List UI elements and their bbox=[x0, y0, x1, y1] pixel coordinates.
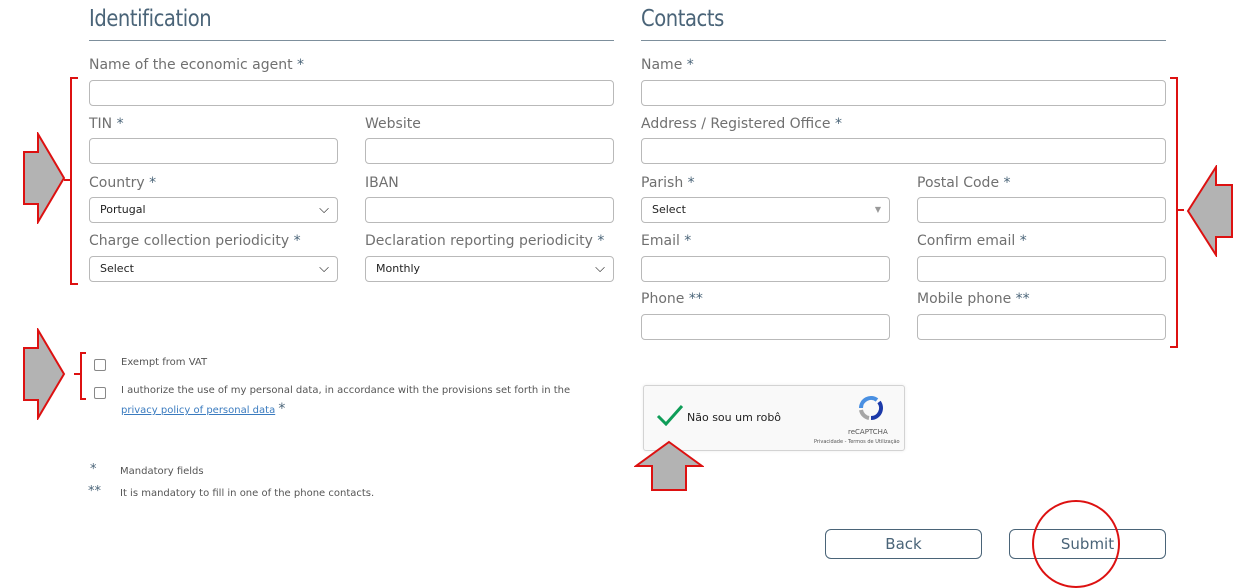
checkbox-bracket-tick bbox=[74, 373, 81, 375]
confirm-email-input[interactable] bbox=[917, 256, 1166, 282]
checkmark-icon bbox=[656, 405, 684, 426]
address-label: Address / Registered Office * bbox=[641, 116, 842, 132]
charge-periodicity-label: Charge collection periodicity * bbox=[89, 233, 301, 249]
contacts-divider bbox=[641, 40, 1166, 41]
postal-code-label: Postal Code * bbox=[917, 175, 1011, 191]
submit-highlight-circle bbox=[1032, 500, 1120, 588]
phone-label: Phone ** bbox=[641, 291, 703, 307]
authorize-data-label: I authorize the use of my personal data,… bbox=[121, 385, 571, 396]
identification-title: Identification bbox=[89, 6, 212, 32]
agent-name-label: Name of the economic agent * bbox=[89, 57, 305, 73]
chevron-down-icon: ⌵ bbox=[595, 261, 605, 276]
identification-divider bbox=[89, 40, 614, 41]
phone-legend-text: It is mandatory to fill in one of the ph… bbox=[120, 488, 375, 499]
address-input[interactable] bbox=[641, 138, 1166, 164]
parish-label: Parish * bbox=[641, 175, 695, 191]
email-label: Email * bbox=[641, 233, 692, 249]
chevron-down-icon: ⌵ bbox=[319, 202, 329, 217]
confirm-email-label: Confirm email * bbox=[917, 233, 1027, 249]
contacts-title: Contacts bbox=[641, 6, 724, 32]
phone-input[interactable] bbox=[641, 314, 890, 340]
phone-legend-mark: ** bbox=[88, 484, 101, 499]
mandatory-legend-text: Mandatory fields bbox=[120, 466, 204, 477]
recaptcha-logo-icon bbox=[859, 396, 883, 420]
declaration-periodicity-select[interactable]: Monthly ⌵ bbox=[365, 256, 614, 282]
chevron-down-icon: ⌵ bbox=[319, 261, 329, 276]
mobile-phone-input[interactable] bbox=[917, 314, 1166, 340]
contacts-bracket bbox=[1170, 77, 1178, 348]
parish-select[interactable]: Select ▼ bbox=[641, 197, 890, 223]
recaptcha-links[interactable]: Privacidade - Termos de Utilização bbox=[814, 439, 900, 445]
country-select-value: Portugal bbox=[100, 203, 146, 216]
parish-select-value: Select bbox=[652, 203, 686, 216]
declaration-periodicity-value: Monthly bbox=[376, 262, 421, 275]
charge-periodicity-value: Select bbox=[100, 262, 134, 275]
arrow-right-icon bbox=[23, 132, 66, 224]
arrow-right-icon bbox=[23, 328, 66, 420]
recaptcha-label: Não sou um robô bbox=[687, 411, 782, 424]
exempt-vat-label: Exempt from VAT bbox=[121, 357, 208, 368]
postal-code-input[interactable] bbox=[917, 197, 1166, 223]
identification-bracket bbox=[70, 77, 78, 285]
arrow-up-icon bbox=[634, 440, 704, 491]
contact-name-label: Name * bbox=[641, 57, 694, 73]
checkbox-bracket bbox=[80, 352, 86, 400]
country-label: Country * bbox=[89, 175, 157, 191]
website-input[interactable] bbox=[365, 138, 614, 164]
arrow-left-icon bbox=[1186, 165, 1233, 257]
mobile-phone-label: Mobile phone ** bbox=[917, 291, 1030, 307]
privacy-policy-link[interactable]: privacy policy of personal data bbox=[121, 405, 275, 416]
contact-name-input[interactable] bbox=[641, 80, 1166, 106]
contacts-bracket-tick bbox=[1176, 209, 1184, 211]
declaration-periodicity-label: Declaration reporting periodicity * bbox=[365, 233, 605, 249]
authorize-data-checkbox[interactable] bbox=[94, 387, 106, 399]
caret-down-icon: ▼ bbox=[874, 205, 881, 214]
privacy-policy-line: privacy policy of personal data * bbox=[121, 401, 286, 417]
iban-input[interactable] bbox=[365, 197, 614, 223]
mandatory-legend-mark: * bbox=[90, 462, 97, 477]
website-label: Website bbox=[365, 116, 421, 132]
back-button[interactable]: Back bbox=[825, 529, 982, 559]
charge-periodicity-select[interactable]: Select ⌵ bbox=[89, 256, 338, 282]
tin-label: TIN * bbox=[89, 116, 124, 132]
iban-label: IBAN bbox=[365, 175, 399, 191]
recaptcha-brand: reCAPTCHA bbox=[848, 428, 888, 436]
exempt-vat-checkbox[interactable] bbox=[94, 359, 106, 371]
tin-input[interactable] bbox=[89, 138, 338, 164]
email-input[interactable] bbox=[641, 256, 890, 282]
agent-name-input[interactable] bbox=[89, 80, 614, 106]
country-select[interactable]: Portugal ⌵ bbox=[89, 197, 338, 223]
